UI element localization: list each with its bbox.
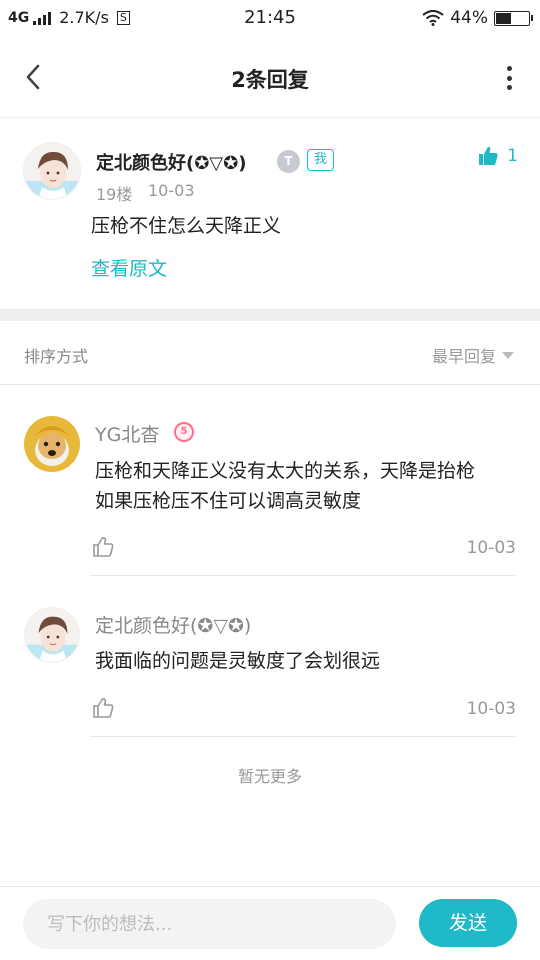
comment-input-bar: 发送 <box>0 886 540 960</box>
comment-date: 10-03 <box>148 181 195 200</box>
title-badge: T <box>277 150 300 173</box>
comment-text: 压枪不住怎么天降正义 <box>91 215 282 237</box>
status-right: 44% <box>422 8 533 28</box>
section-divider <box>0 309 540 321</box>
thumbs-up-icon <box>479 146 498 165</box>
no-more-text: 暂无更多 <box>237 767 302 786</box>
sort-bar: 排序方式 最早回复 <box>0 321 540 385</box>
divider <box>90 575 516 576</box>
wifi-icon <box>422 10 444 26</box>
caret-down-icon <box>502 351 514 359</box>
thumbs-up-icon[interactable] <box>92 536 114 558</box>
status-bar: 4G 2.7K/s S 21:45 44% <box>0 0 540 38</box>
divider <box>90 736 516 737</box>
floor-number: 19楼 <box>96 185 133 204</box>
nav-bar: 2条回复 <box>0 38 540 118</box>
like-count: 1 <box>507 146 518 166</box>
main-comment: 定北颜色好(✪▽✪) T 我 1 19楼 10-03 压枪不住怎么天降正义 查看… <box>0 119 540 309</box>
comment-author[interactable]: 定北颜色好(✪▽✪) <box>96 149 246 175</box>
reply-text: 我面临的问题是灵敏度了会划很远 <box>95 650 381 672</box>
me-badge: 我 <box>307 149 335 171</box>
avatar[interactable] <box>24 416 80 472</box>
send-button[interactable]: 发送 <box>419 899 517 947</box>
reply-author[interactable]: YG北杳 <box>95 420 159 447</box>
reply-author[interactable]: 定北颜色好(✪▽✪) <box>95 611 251 638</box>
avatar[interactable] <box>23 142 81 200</box>
view-original-link[interactable]: 查看原文 <box>91 254 167 281</box>
comment-input[interactable] <box>23 899 396 949</box>
sort-value: 最早回复 <box>431 347 496 366</box>
battery-percent: 44% <box>450 8 488 28</box>
like-button[interactable]: 1 <box>477 145 518 167</box>
page-title: 2条回复 <box>231 68 309 92</box>
reply-text: 如果压枪压不住可以调高灵敏度 <box>95 490 362 512</box>
battery-fill <box>496 12 511 24</box>
sort-label: 排序方式 <box>24 347 89 366</box>
level-badge: 5 <box>174 422 194 442</box>
reply-text: 压枪和天降正义没有太大的关系，天降是抬枪 <box>95 460 476 482</box>
list-item: 定北颜色好(✪▽✪) 我面临的问题是灵敏度了会划很远 10-03 <box>0 577 540 737</box>
battery-icon <box>494 10 533 26</box>
more-icon[interactable] <box>506 66 512 90</box>
list-item: YG北杳 5 压枪和天降正义没有太大的关系，天降是抬枪 如果压枪压不住可以调高灵… <box>0 386 540 576</box>
reply-date: 10-03 <box>466 699 516 719</box>
avatar[interactable] <box>24 607 80 663</box>
thumbs-up-icon[interactable] <box>92 697 114 719</box>
reply-date: 10-03 <box>466 538 516 558</box>
sort-dropdown[interactable]: 最早回复 <box>432 343 514 367</box>
